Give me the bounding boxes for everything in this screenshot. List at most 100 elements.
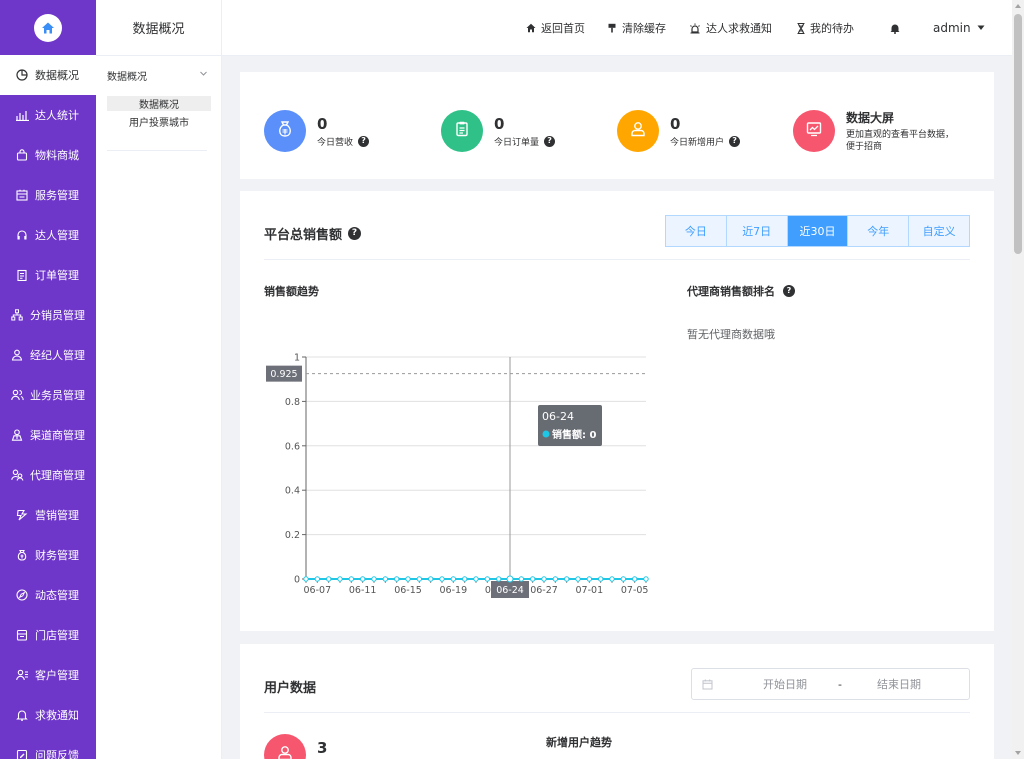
x-tick-label: 06-11 (349, 585, 377, 596)
stat-icon-circle (617, 110, 659, 152)
range-30days-button[interactable]: 近30日 (787, 216, 849, 246)
big-screen-text: 数据大屏 更加直观的查看平台数据，便于招商 (846, 109, 958, 153)
data-point (563, 576, 570, 582)
my-todo-link[interactable]: 我的待办 (797, 19, 854, 37)
sos-notice-label: 达人求救通知 (706, 22, 772, 35)
sidebar-item-customers[interactable]: 客户管理 (0, 655, 96, 695)
page-scrollbar[interactable] (1012, 0, 1024, 759)
sidebar-item-orders[interactable]: 订单管理 (0, 255, 96, 295)
users-icon (10, 388, 24, 402)
data-point (529, 576, 536, 582)
sidebar-item-label: 数据概况 (35, 69, 79, 82)
sidebar-item-brokers[interactable]: 经纪人管理 (0, 335, 96, 375)
data-point (484, 576, 491, 582)
help-icon[interactable]: ? (348, 227, 362, 240)
sidebar-item-label: 服务管理 (35, 189, 79, 202)
x-tick-label: 06-15 (394, 585, 422, 596)
sidebar-item-overview[interactable]: 数据概况 (0, 55, 96, 95)
sidebar-item-label: 财务管理 (35, 549, 79, 562)
sales-title: 平台总销售额 ? (264, 224, 362, 243)
scroll-down-arrow[interactable] (1015, 751, 1021, 755)
data-point (405, 576, 411, 582)
submenu: 数据概况 数据概况 数据概况 用户投票城市 (96, 0, 222, 759)
feedback-icon (15, 748, 29, 759)
total-users-icon-circle (264, 734, 306, 759)
sidebar-item-distributors[interactable]: 分销员管理 (0, 295, 96, 335)
sidebar-item-moments[interactable]: 动态管理 (0, 575, 96, 615)
data-point (325, 576, 332, 582)
data-point (597, 576, 604, 582)
data-point (461, 576, 468, 582)
sidebar-item-feedback[interactable]: 问题反馈 (0, 735, 96, 759)
sidebar-item-salesmen[interactable]: 业务员管理 (0, 375, 96, 415)
sidebar-item-marketing[interactable]: 营销管理 (0, 495, 96, 535)
user-menu[interactable]: admin (933, 19, 985, 37)
submenu-link-overview[interactable]: 数据概况 (107, 96, 211, 111)
alarm-icon (689, 23, 701, 34)
sidebar-item-influencer-stats[interactable]: 达人统计 (0, 95, 96, 135)
notification-bell[interactable] (890, 19, 905, 37)
stat-value: 0 (317, 114, 328, 133)
submenu-link-vote-city[interactable]: 用户投票城市 (107, 114, 211, 129)
x-tick-label: 06-27 (530, 585, 558, 596)
big-screen-link[interactable]: 数据大屏 更加直观的查看平台数据，便于招商 (793, 110, 958, 152)
network-icon (10, 308, 24, 322)
bell-icon (890, 23, 900, 34)
user-tie-icon (10, 428, 24, 442)
submenu-group-label: 数据概况 (107, 71, 147, 83)
date-range-picker[interactable]: 开始日期 - 结束日期 (691, 668, 970, 700)
money-bag-icon (15, 548, 29, 562)
range-today-button[interactable]: 今日 (666, 216, 727, 246)
pie-chart-icon (15, 68, 29, 82)
main-sidebar: 数据概况 达人统计 物料商城 服务管理 达人管理 订单管理 分销员管理 经纪人管… (0, 0, 96, 759)
sidebar-item-material-mall[interactable]: 物料商城 (0, 135, 96, 175)
sidebar-item-service[interactable]: 服务管理 (0, 175, 96, 215)
range-year-button[interactable]: 今年 (848, 216, 910, 246)
chart-tooltip-marker (542, 430, 550, 438)
data-point (473, 576, 479, 582)
caret-down-icon (977, 25, 985, 31)
scroll-up-arrow[interactable] (1015, 4, 1021, 8)
sidebar-item-label: 代理商管理 (30, 469, 85, 482)
x-tick-label: 07-05 (621, 585, 649, 596)
scroll-thumb[interactable] (1014, 14, 1022, 254)
clear-cache-link[interactable]: 清除缓存 (607, 19, 666, 37)
y-tick-label: 0.4 (285, 486, 300, 497)
sidebar-item-channels[interactable]: 渠道商管理 (0, 415, 96, 455)
logo[interactable] (0, 0, 96, 56)
sidebar-item-label: 分销员管理 (30, 309, 85, 322)
y-tick-label: 0.8 (285, 397, 300, 408)
submenu-group-overview[interactable]: 数据概况 (96, 64, 222, 86)
start-date-input[interactable]: 开始日期 (745, 676, 825, 692)
submenu-divider (107, 150, 207, 151)
data-point (552, 576, 559, 582)
help-icon[interactable]: ? (729, 135, 741, 147)
data-point (371, 576, 377, 582)
data-point (586, 576, 593, 582)
range-7days-button[interactable]: 近7日 (726, 216, 788, 246)
sidebar-item-finance[interactable]: 财务管理 (0, 535, 96, 575)
crosshair-y-label: 0.925 (270, 369, 297, 380)
help-icon[interactable]: ? (783, 285, 795, 297)
headset-icon (15, 228, 29, 242)
stat-today-orders: 0 今日订单量? (441, 110, 556, 152)
back-home-link[interactable]: 返回首页 (526, 19, 585, 37)
submenu-title: 数据概况 (96, 0, 221, 56)
sidebar-item-agents[interactable]: 代理商管理 (0, 455, 96, 495)
monitor-chart-icon (805, 120, 823, 142)
data-point (541, 576, 547, 582)
user-badge-icon (10, 348, 24, 362)
chart-tooltip-value: 销售额: 0 (552, 428, 596, 441)
big-screen-desc: 更加直观的查看平台数据，便于招商 (846, 130, 955, 152)
end-date-input[interactable]: 结束日期 (859, 676, 939, 692)
range-custom-button[interactable]: 自定义 (909, 216, 969, 246)
sidebar-item-stores[interactable]: 门店管理 (0, 615, 96, 655)
x-tick-label: 07-01 (576, 585, 604, 596)
help-icon[interactable]: ? (544, 135, 556, 147)
sidebar-item-influencer-manage[interactable]: 达人管理 (0, 215, 96, 255)
sos-notice-link[interactable]: 达人求救通知 (689, 19, 772, 37)
y-tick-label: 0 (294, 575, 300, 586)
help-icon[interactable]: ? (358, 135, 370, 147)
data-point (303, 576, 309, 582)
sidebar-item-sos[interactable]: 求救通知 (0, 695, 96, 735)
